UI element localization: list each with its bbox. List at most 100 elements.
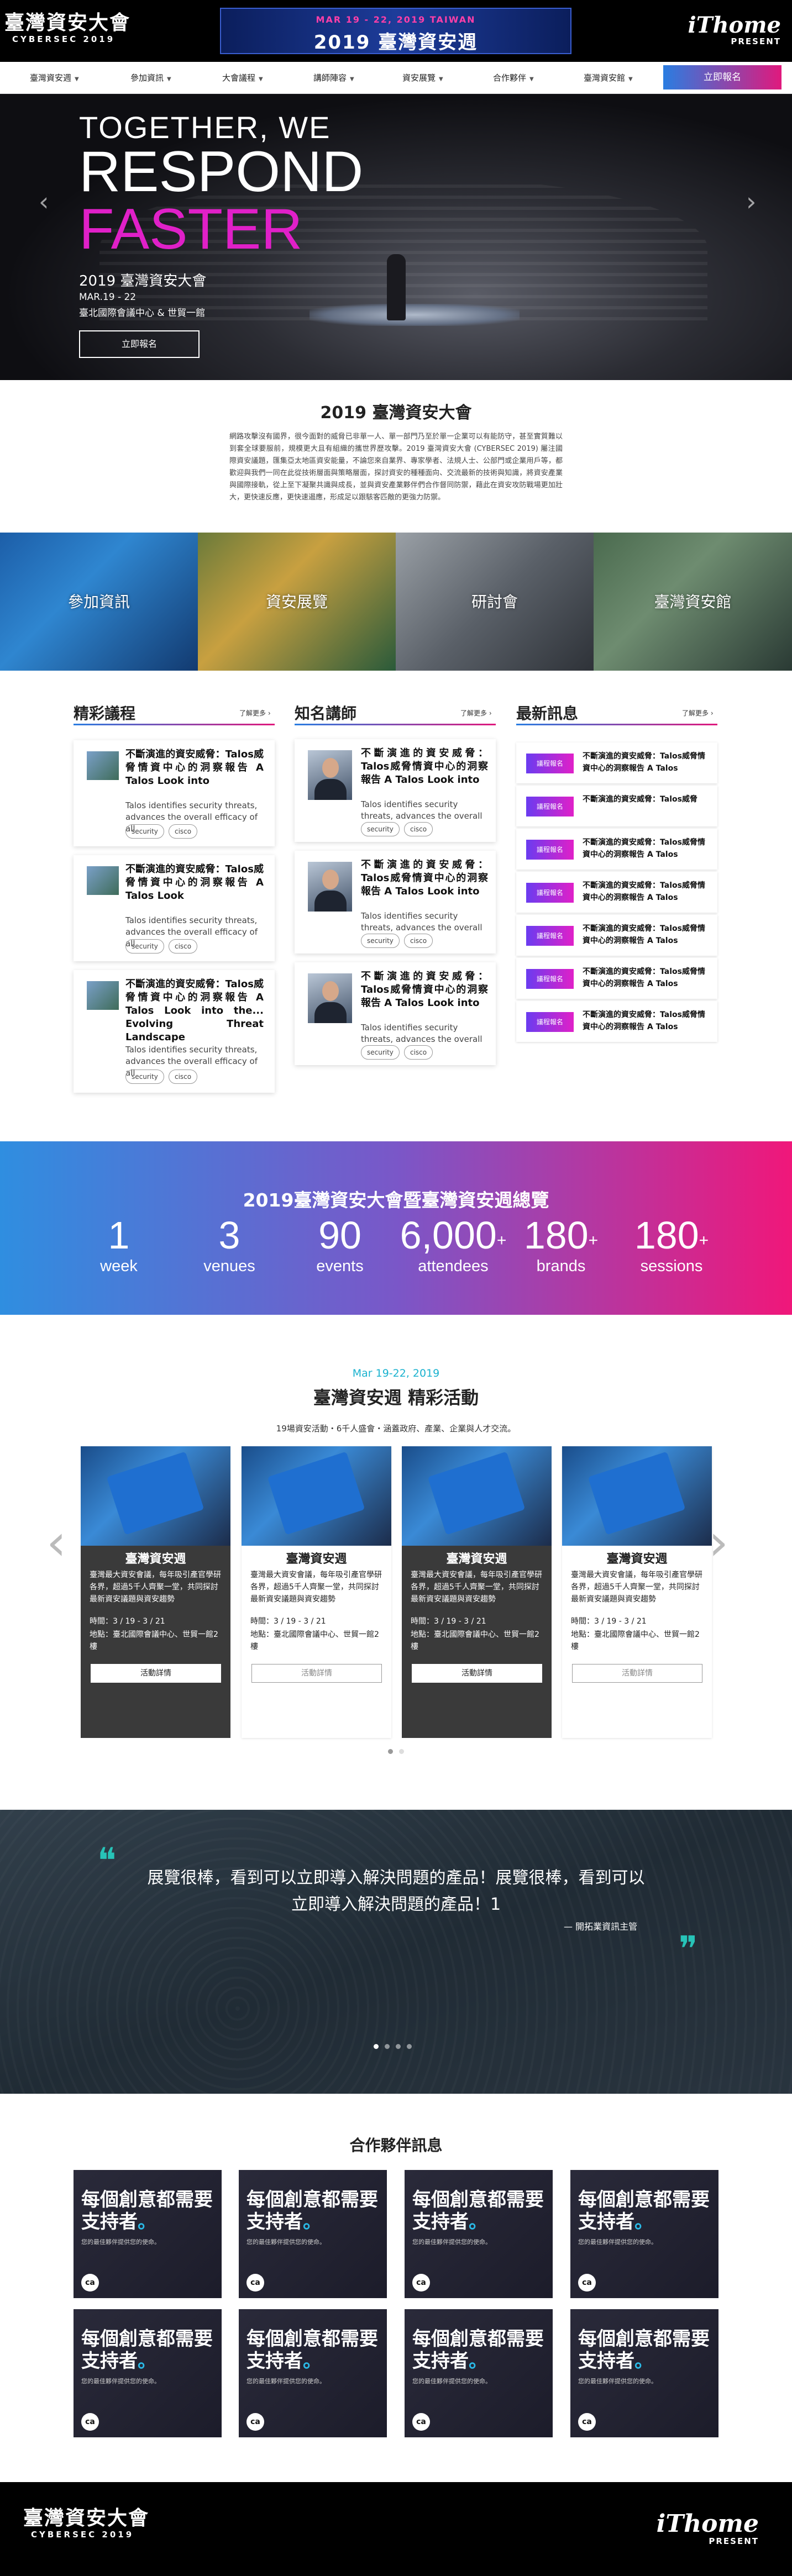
news-item[interactable]: 議程報名 不斷演進的資安威脅：Talos威脅情資中心的洞察報告 A Talos — [516, 958, 717, 999]
news-title: 不斷演進的資安威脅：Talos威脅情資中心的洞察報告 A Talos — [583, 838, 705, 859]
agenda-card[interactable]: 不斷演進的資安威脅：Talos威脅情資中心的洞察報告 A Talos Look … — [74, 740, 275, 846]
tile-participation[interactable]: 參加資訊 — [0, 533, 198, 671]
footer-ithome-logo[interactable]: iThome PRESENT — [657, 2512, 759, 2547]
carousel-dot-active[interactable] — [388, 1749, 393, 1754]
speaker-card[interactable]: 不斷演進的資安威脅：Talos威脅情資中心的洞察報告 A Talos Look … — [295, 851, 496, 954]
carousel-dot[interactable] — [385, 2044, 390, 2049]
nav-item-week[interactable]: 臺灣資安週 ▼ — [30, 72, 79, 83]
news-item[interactable]: 議程報名 不斷演進的資安威脅：Talos威脅情資中心的洞察報告 A Talos — [516, 915, 717, 956]
tile-seminar[interactable]: 研討會 — [396, 533, 594, 671]
stats-banner: 2019臺灣資安大會暨臺灣資安週總覽 1 week 3 venues 90 ev… — [0, 1141, 792, 1315]
partner-card[interactable]: 每個創意都需要 支持者。 您的最佳夥伴提供您的使命。 ca — [405, 2309, 553, 2437]
news-item[interactable]: 議程報名 不斷演進的資安威脅：Talos威脅情資中心的洞察報告 A Talos — [516, 1001, 717, 1042]
carousel-dot[interactable] — [396, 2044, 401, 2049]
partner-card[interactable]: 每個創意都需要 支持者。 您的最佳夥伴提供您的使命。 ca — [570, 2170, 718, 2298]
partner-sub: 您的最佳夥伴提供您的使命。 — [246, 2378, 326, 2385]
tag-chip[interactable]: cisco — [404, 934, 433, 948]
nav-item-agenda[interactable]: 大會議程 ▼ — [222, 72, 263, 83]
chevron-down-icon: ▼ — [439, 76, 443, 82]
nav-item-partners[interactable]: 合作夥伴 ▼ — [493, 72, 534, 83]
nav-label: 合作夥伴 — [493, 73, 527, 83]
tag-chip[interactable]: security — [125, 1070, 164, 1084]
tag-chip[interactable]: cisco — [169, 1070, 198, 1084]
speaker-photo — [308, 973, 352, 1023]
agenda-more-link[interactable]: 了解更多 › — [239, 708, 271, 718]
partner-card[interactable]: 每個創意都需要 支持者。 您的最佳夥伴提供您的使命。 ca — [570, 2309, 718, 2437]
speaker-card[interactable]: 不斷演進的資安威脅：Talos威脅情資中心的洞察報告 A Talos Look … — [295, 962, 496, 1065]
event-details-button[interactable]: 活動詳情 — [251, 1664, 382, 1683]
ithome-logo[interactable]: iThome PRESENT — [688, 14, 781, 47]
partner-card[interactable]: 每個創意都需要 支持者。 您的最佳夥伴提供您的使命。 ca — [405, 2170, 553, 2298]
speaker-card-desc: Talos identifies security threats, advan… — [361, 1023, 482, 1044]
site-logo[interactable]: 臺灣資安大會 CYBERSEC 2019 — [4, 12, 130, 45]
tag-chip[interactable]: security — [125, 824, 164, 839]
register-button[interactable]: 立即報名 — [663, 65, 781, 89]
footer-logo-en: CYBERSEC 2019 — [31, 2530, 134, 2540]
events-subtitle: 19場資安活動・6千人盛會・涵蓋政府、產業、企業與人才交流。 — [276, 1424, 516, 1434]
tag-chip[interactable]: security — [361, 822, 400, 836]
carousel-dot[interactable] — [407, 2044, 412, 2049]
hero-event-date: MAR.19 - 22 — [79, 292, 137, 303]
event-time: 時間：3 / 19 - 3 / 21 — [90, 1617, 165, 1626]
carousel-dot[interactable] — [399, 1749, 404, 1754]
tag-chip[interactable]: cisco — [169, 824, 198, 839]
news-more-link[interactable]: 了解更多 › — [682, 708, 714, 718]
partner-card[interactable]: 每個創意都需要 支持者。 您的最佳夥伴提供您的使命。 ca — [239, 2170, 387, 2298]
partner-headline: 每個創意都需要 支持者。 — [81, 2328, 213, 2372]
event-details-button[interactable]: 活動詳情 — [412, 1664, 542, 1683]
speaker-card-desc: Talos identifies security threats, advan… — [361, 799, 482, 821]
partner-headline: 每個創意都需要 支持者。 — [578, 2328, 710, 2372]
nav-item-info[interactable]: 參加資訊 ▼ — [130, 72, 171, 83]
footer-logo[interactable]: 臺灣資安大會 CYBERSEC 2019 — [23, 2507, 149, 2540]
tag-chip[interactable]: security — [125, 939, 164, 954]
news-badge: 議程報名 — [526, 969, 574, 989]
news-title: 不斷演進的資安威脅：Talos威脅 — [583, 795, 697, 804]
partner-headline-2: 支持者 — [246, 2350, 303, 2372]
event-card[interactable]: 臺灣資安週 臺灣最大資安會議，每年吸引產官學研各界，超過5千人齊聚一堂，共同探討… — [81, 1446, 230, 1738]
tag-chip[interactable]: cisco — [404, 822, 433, 836]
chevron-left-icon[interactable]: ‹ — [46, 1514, 66, 1572]
news-title: 不斷演進的資安威脅：Talos威脅情資中心的洞察報告 A Talos — [583, 752, 705, 773]
tile-pavilion[interactable]: 臺灣資安館 — [594, 533, 792, 671]
speakers-more-link[interactable]: 了解更多 › — [460, 708, 492, 718]
event-card[interactable]: 臺灣資安週 臺灣最大資安會議，每年吸引產官學研各界，超過5千人齊聚一堂，共同探討… — [242, 1446, 391, 1738]
intro-title: 2019 臺灣資安大會 — [320, 403, 472, 423]
tag-chip[interactable]: security — [361, 934, 400, 948]
chevron-left-icon[interactable]: ‹ — [39, 187, 49, 217]
hero-register-button[interactable]: 立即報名 — [79, 330, 200, 358]
speaker-card[interactable]: 不斷演進的資安威脅：Talos威脅情資中心的洞察報告 A Talos Look … — [295, 739, 496, 842]
agenda-section-title: 精彩議程 — [74, 704, 136, 723]
tile-expo[interactable]: 資安展覽 — [198, 533, 396, 671]
chevron-right-icon[interactable]: › — [746, 187, 756, 217]
partner-card[interactable]: 每個創意都需要 支持者。 您的最佳夥伴提供您的使命。 ca — [74, 2170, 222, 2298]
news-item[interactable]: 議程報名 不斷演進的資安威脅：Talos威脅情資中心的洞察報告 A Talos — [516, 742, 717, 783]
event-details-button[interactable]: 活動詳情 — [572, 1664, 702, 1683]
stat-number: 90 — [318, 1214, 361, 1257]
event-desc: 臺灣最大資安會議，每年吸引產官學研各界，超過5千人齊聚一堂，共同探討最新資安議題… — [250, 1571, 382, 1604]
tag-chip[interactable]: cisco — [169, 939, 198, 954]
tag-chip[interactable]: cisco — [404, 1045, 433, 1060]
partner-card[interactable]: 每個創意都需要 支持者。 您的最佳夥伴提供您的使命。 ca — [239, 2309, 387, 2437]
news-badge: 議程報名 — [526, 1012, 574, 1032]
partner-sub: 您的最佳夥伴提供您的使命。 — [578, 2238, 657, 2246]
agenda-card[interactable]: 不斷演進的資安威脅：Talos威脅情資中心的洞察報告 A Talos Look … — [74, 970, 275, 1093]
tile-label: 研討會 — [471, 593, 518, 611]
partner-card[interactable]: 每個創意都需要 支持者。 您的最佳夥伴提供您的使命。 ca — [74, 2309, 222, 2437]
news-item[interactable]: 議程報名 不斷演進的資安威脅：Talos威脅 — [516, 786, 717, 826]
news-item[interactable]: 議程報名 不斷演進的資安威脅：Talos威脅情資中心的洞察報告 A Talos — [516, 872, 717, 913]
chevron-down-icon: ▼ — [350, 76, 354, 82]
event-desc: 臺灣最大資安會議，每年吸引產官學研各界，超過5千人齊聚一堂，共同探討最新資安議題… — [411, 1571, 542, 1604]
nav-item-expo[interactable]: 資安展覽 ▼ — [402, 72, 443, 83]
partner-accent: 。 — [469, 2350, 487, 2372]
event-card[interactable]: 臺灣資安週 臺灣最大資安會議，每年吸引產官學研各界，超過5千人齊聚一堂，共同探討… — [562, 1446, 712, 1738]
partner-headline: 每個創意都需要 支持者。 — [246, 2189, 378, 2233]
news-item[interactable]: 議程報名 不斷演進的資安威脅：Talos威脅情資中心的洞察報告 A Talos — [516, 829, 717, 870]
carousel-dot-active[interactable] — [374, 2044, 379, 2049]
nav-item-speakers[interactable]: 講師陣容 ▼ — [313, 72, 354, 83]
agenda-card[interactable]: 不斷演進的資安威脅：Talos威脅情資中心的洞察報告 A Talos Look … — [74, 855, 275, 961]
nav-item-pavilion[interactable]: 臺灣資安館 ▼ — [584, 72, 633, 83]
header-banner[interactable]: MAR 19 - 22, 2019 TAIWAN 2019 臺灣資安週 — [220, 8, 571, 54]
event-details-button[interactable]: 活動詳情 — [91, 1664, 221, 1683]
event-card[interactable]: 臺灣資安週 臺灣最大資安會議，每年吸引產官學研各界，超過5千人齊聚一堂，共同探討… — [402, 1446, 552, 1738]
tag-chip[interactable]: security — [361, 1045, 400, 1060]
